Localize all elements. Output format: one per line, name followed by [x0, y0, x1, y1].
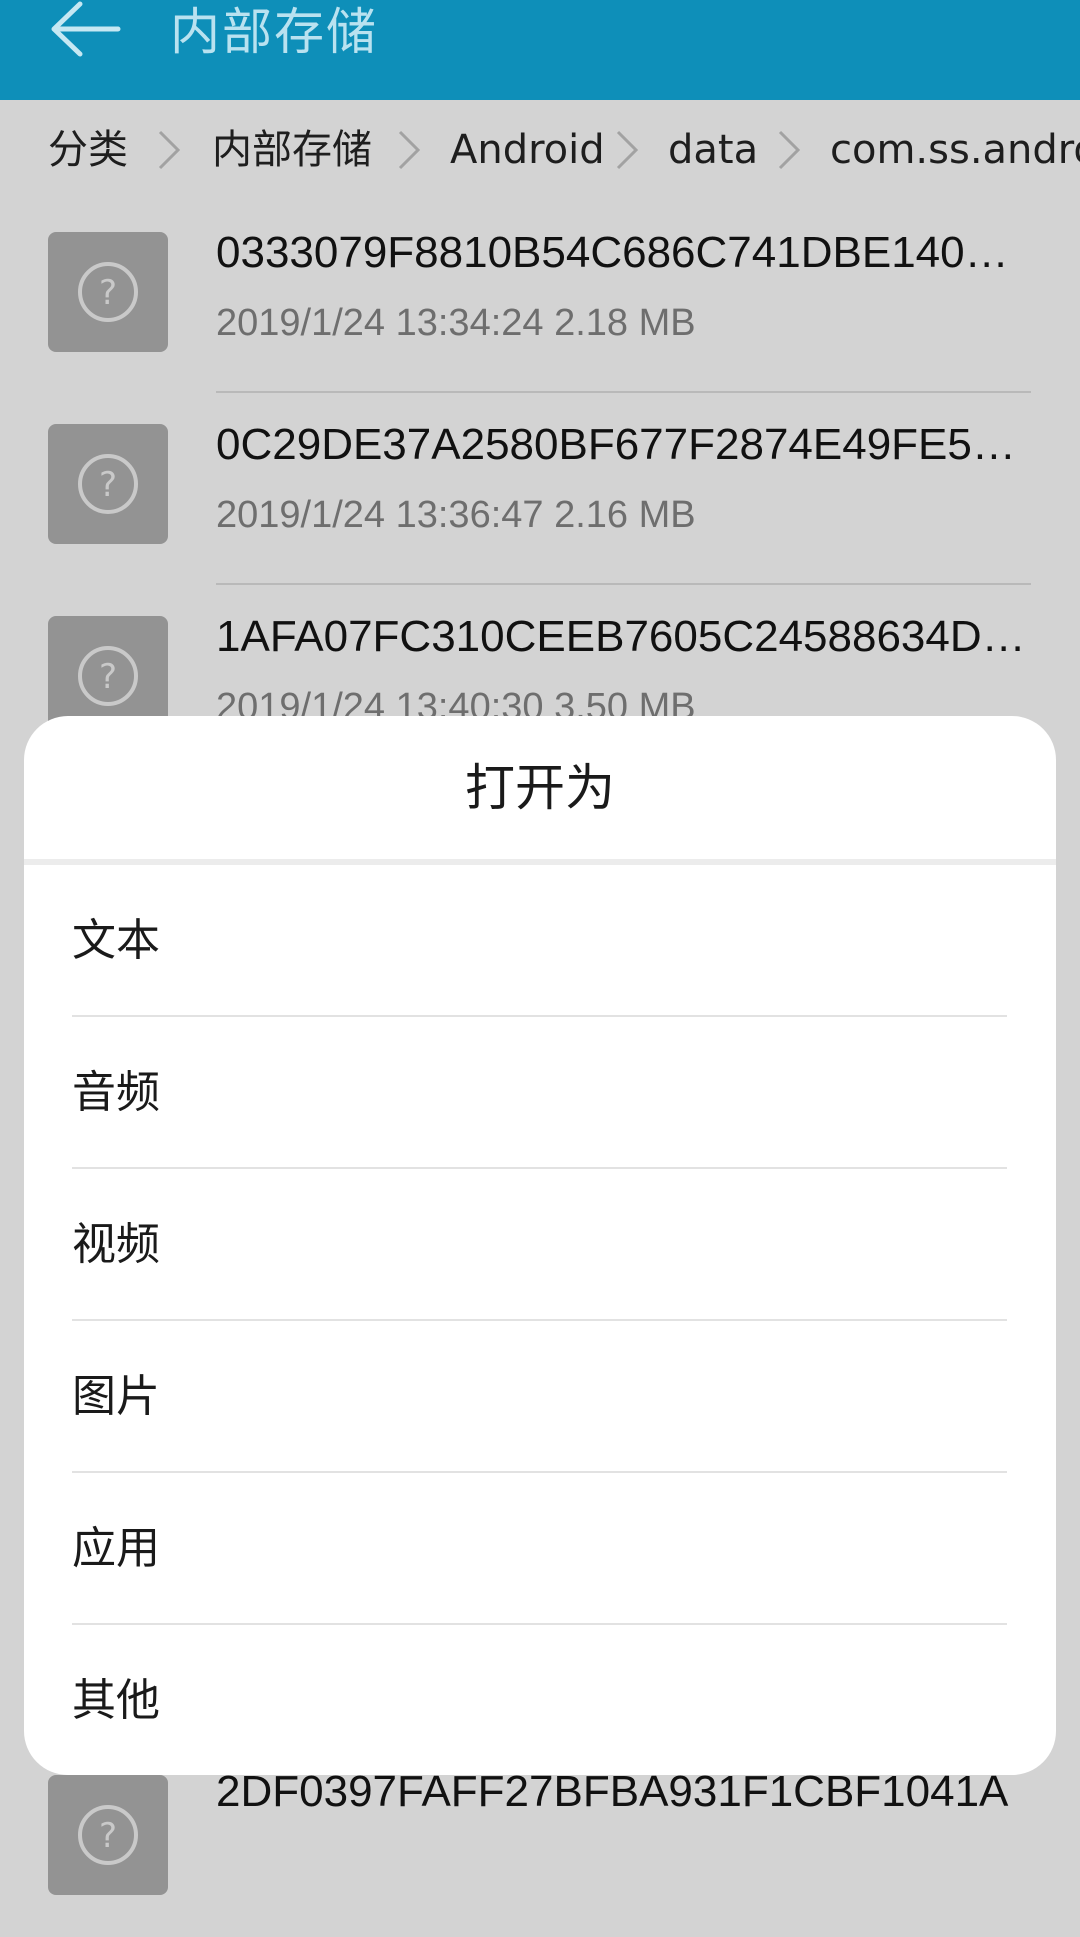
file-name: 0C29DE37A2580BF677F2874E49FE57... [216, 420, 1026, 469]
option-label: 图片 [72, 1371, 160, 1422]
list-item[interactable]: ? 0333079F8810B54C686C741DBE140B... 2019… [0, 200, 1080, 393]
unknown-file-icon: ? [48, 424, 168, 544]
back-button[interactable] [40, 0, 130, 64]
breadcrumb-item-internal-storage[interactable]: 内部存储 [212, 100, 372, 200]
file-meta: 2019/1/24 13:36:47 2.16 MB [216, 494, 696, 536]
breadcrumb: 分类 内部存储 Android data com.ss.androi [0, 100, 1080, 200]
option-label: 视频 [72, 1219, 160, 1270]
list-item[interactable]: ? 0C29DE37A2580BF677F2874E49FE57... 2019… [0, 392, 1080, 585]
option-label: 音频 [72, 1067, 160, 1118]
option-other[interactable]: 其他 [24, 1625, 1056, 1775]
chevron-right-icon [778, 130, 801, 170]
file-name: 0333079F8810B54C686C741DBE140B... [216, 228, 1026, 277]
breadcrumb-item-android[interactable]: Android [450, 100, 605, 200]
option-label: 其他 [72, 1675, 160, 1726]
arrow-left-icon [51, 1, 121, 57]
option-video[interactable]: 视频 [24, 1169, 1056, 1321]
option-text[interactable]: 文本 [24, 865, 1056, 1017]
page-title: 内部存储 [170, 3, 378, 61]
option-app[interactable]: 应用 [24, 1473, 1056, 1625]
svg-text:?: ? [99, 657, 117, 697]
option-audio[interactable]: 音频 [24, 1017, 1056, 1169]
option-image[interactable]: 图片 [24, 1321, 1056, 1473]
option-label: 应用 [72, 1523, 160, 1574]
chevron-right-icon [158, 130, 181, 170]
open-as-dialog: 打开为 文本 音频 视频 图片 应用 其他 [24, 716, 1056, 1775]
breadcrumb-item-category[interactable]: 分类 [48, 100, 128, 200]
unknown-file-icon: ? [48, 232, 168, 352]
svg-text:?: ? [99, 273, 117, 313]
chevron-right-icon [398, 130, 421, 170]
file-meta: 2019/1/24 13:34:24 2.18 MB [216, 302, 696, 344]
option-label: 文本 [72, 915, 160, 966]
app-bar: 内部存储 [0, 0, 1080, 100]
svg-text:?: ? [99, 465, 117, 505]
chevron-right-icon [616, 130, 639, 170]
dialog-title: 打开为 [465, 759, 615, 817]
breadcrumb-item-package[interactable]: com.ss.androi [830, 100, 1080, 200]
breadcrumb-item-data[interactable]: data [668, 100, 758, 200]
unknown-file-icon: ? [48, 1775, 168, 1895]
svg-text:?: ? [99, 1816, 117, 1856]
file-name: 1AFA07FC310CEEB7605C24588634DA... [216, 612, 1026, 661]
